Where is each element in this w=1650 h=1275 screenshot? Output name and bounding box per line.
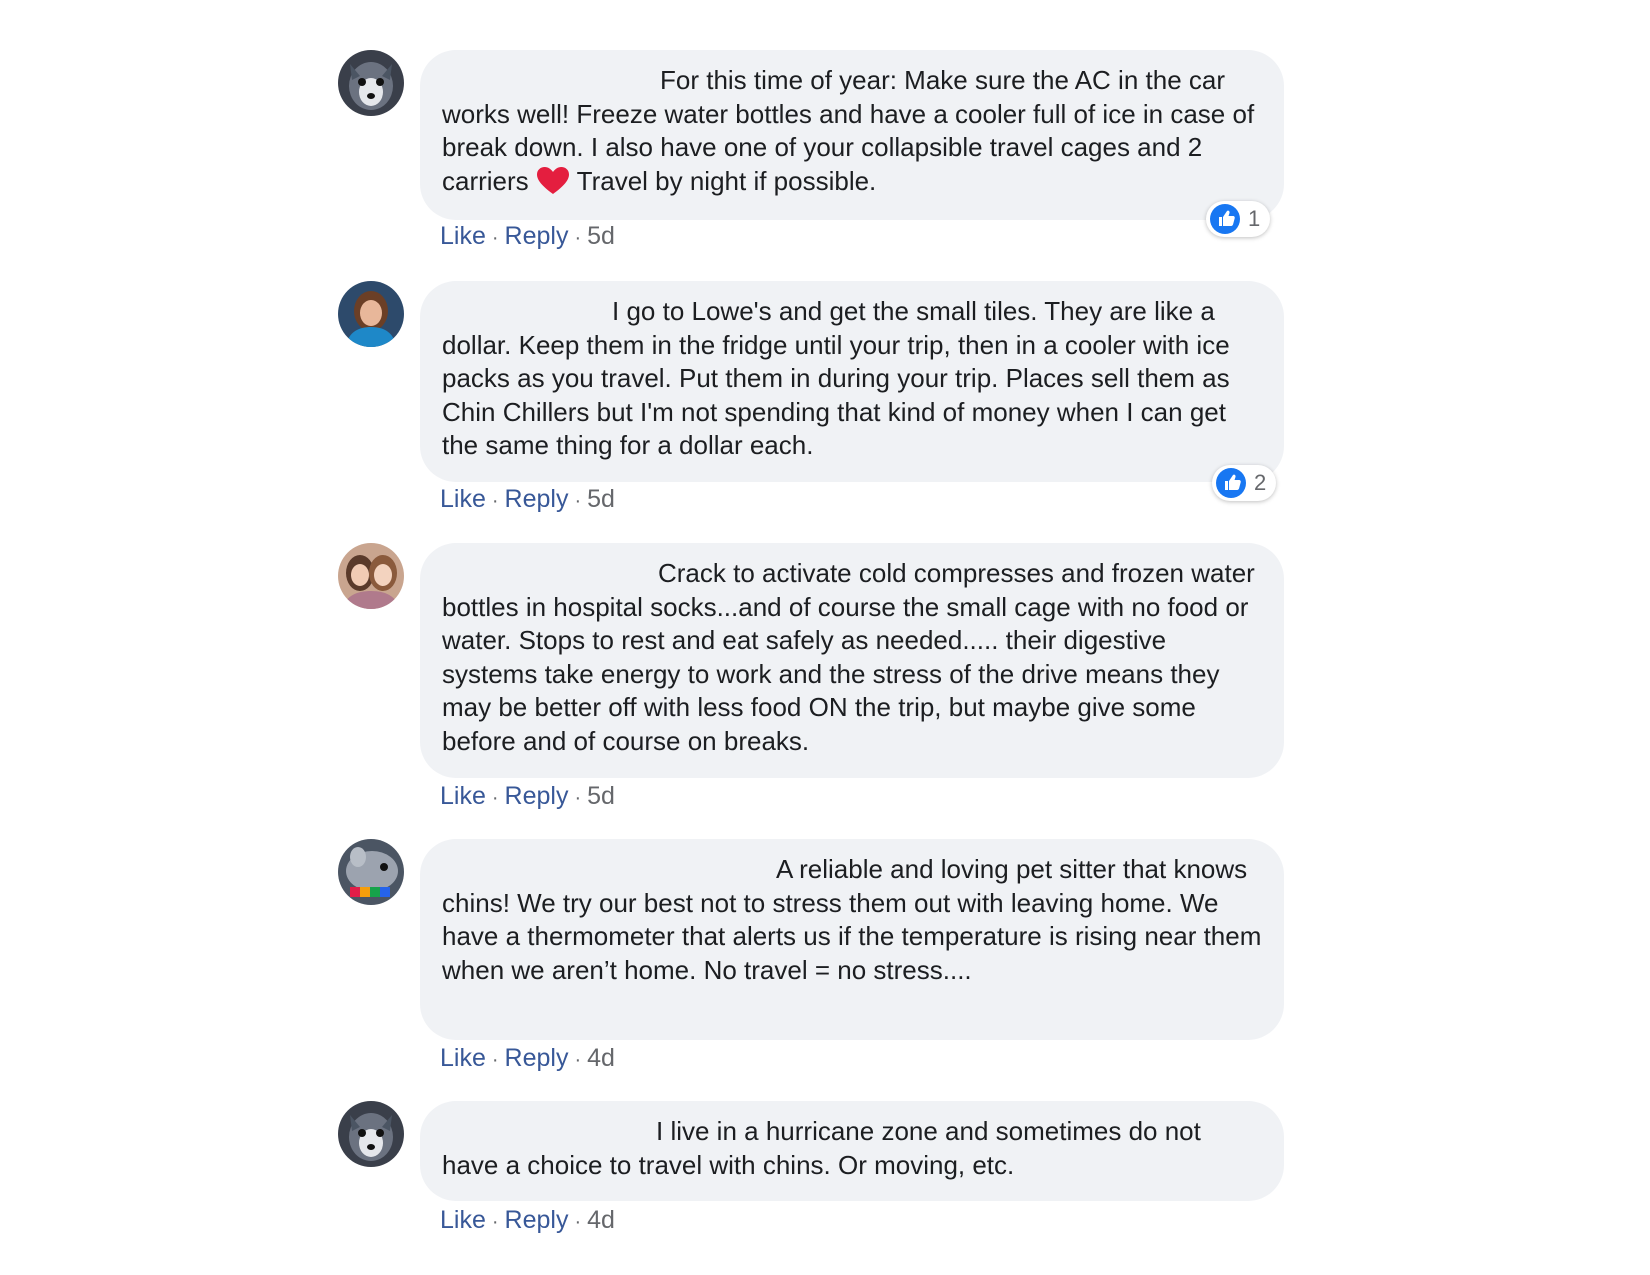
timestamp[interactable]: 5d <box>587 485 615 513</box>
separator: · <box>491 787 499 809</box>
redacted-name <box>442 861 776 881</box>
timestamp[interactable]: 5d <box>587 782 615 810</box>
redacted-name <box>442 565 658 585</box>
comment-text: Crack to activate cold compresses and fr… <box>442 558 1255 756</box>
comment-bubble: Crack to activate cold compresses and fr… <box>420 543 1284 778</box>
separator: · <box>574 227 582 249</box>
like-link[interactable]: Like <box>440 782 486 810</box>
separator: · <box>574 490 582 512</box>
reply-link[interactable]: Reply <box>505 1044 569 1072</box>
like-link[interactable]: Like <box>440 1206 486 1234</box>
like-link[interactable]: Like <box>440 485 486 513</box>
reply-link[interactable]: Reply <box>505 485 569 513</box>
timestamp[interactable]: 5d <box>587 222 615 250</box>
separator: · <box>491 490 499 512</box>
reaction-count: 2 <box>1254 470 1267 495</box>
avatar-two-people-icon[interactable] <box>338 543 404 609</box>
reaction-count: 1 <box>1248 206 1261 231</box>
redacted-name <box>442 72 660 92</box>
avatar-husky-icon[interactable] <box>338 1101 404 1167</box>
reply-link[interactable]: Reply <box>505 782 569 810</box>
reply-link[interactable]: Reply <box>505 222 569 250</box>
avatar-woman-icon[interactable] <box>338 281 404 347</box>
thumbs-up-icon <box>1210 204 1240 234</box>
reply-link[interactable]: Reply <box>505 1206 569 1234</box>
comment-bubble: I live in a hurricane zone and sometimes… <box>420 1101 1284 1201</box>
separator: · <box>491 227 499 249</box>
redacted-name <box>442 303 612 323</box>
avatar-chinchilla-icon[interactable] <box>338 839 404 905</box>
reaction-count-badge[interactable]: 2 <box>1212 465 1277 501</box>
comment-actions: Like · Reply · 5d <box>440 484 615 516</box>
comment-actions: Like · Reply · 4d <box>440 1043 615 1075</box>
timestamp[interactable]: 4d <box>587 1044 615 1072</box>
comment-bubble: I go to Lowe's and get the small tiles. … <box>420 281 1284 482</box>
like-link[interactable]: Like <box>440 1044 486 1072</box>
comment-actions: Like · Reply · 5d <box>440 781 615 813</box>
comment-text-end: Travel by night if possible. <box>569 165 877 196</box>
like-link[interactable]: Like <box>440 222 486 250</box>
separator: · <box>491 1049 499 1071</box>
comment-actions: Like · Reply · 5d <box>440 221 615 253</box>
avatar-husky-icon[interactable] <box>338 50 404 116</box>
reaction-count-badge[interactable]: 1 <box>1206 201 1271 237</box>
comment-actions: Like · Reply · 4d <box>440 1205 615 1237</box>
comment-bubble: For this time of year: Make sure the AC … <box>420 50 1284 220</box>
separator: · <box>491 1211 499 1233</box>
redacted-name <box>442 1123 656 1143</box>
timestamp[interactable]: 4d <box>587 1206 615 1234</box>
comment-bubble: A reliable and loving pet sitter that kn… <box>420 839 1284 1040</box>
separator: · <box>574 1211 582 1233</box>
separator: · <box>574 787 582 809</box>
heart-emoji-icon <box>536 166 569 194</box>
separator: · <box>574 1049 582 1071</box>
thumbs-up-icon <box>1216 468 1246 498</box>
